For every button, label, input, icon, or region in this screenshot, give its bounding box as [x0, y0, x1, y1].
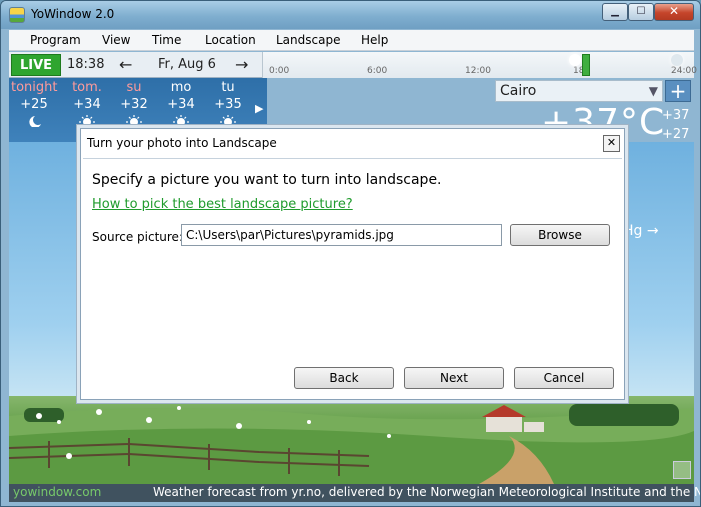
source-picture-label: Source picture: [92, 230, 183, 244]
next-button[interactable]: Next [404, 367, 504, 389]
tick-label: 12:00 [465, 66, 491, 76]
tick-label: 6:00 [367, 66, 388, 76]
instruction-text: Specify a picture you want to turn into … [92, 172, 442, 188]
cancel-button[interactable]: Cancel [514, 367, 614, 389]
menu-view[interactable]: View [102, 33, 130, 47]
menu-program[interactable]: Program [30, 33, 81, 47]
forecast-day-tomorrow[interactable]: tom. +34 [64, 80, 110, 131]
menu-location[interactable]: Location [205, 33, 256, 47]
resize-handle[interactable] [673, 461, 691, 479]
forecast-temp: +35 [214, 97, 242, 112]
forecast-label: tu [221, 80, 235, 95]
cloudy-sun-icon [671, 54, 683, 66]
site-link[interactable]: yowindow.com [13, 485, 101, 499]
forecast-temp: +34 [73, 97, 101, 112]
forecast-day-tu[interactable]: tu +35 [205, 80, 251, 131]
forecast-label: tonight [11, 80, 58, 95]
city-selector[interactable]: Cairo ▼ [495, 80, 663, 102]
tick-label: 0:00 [269, 66, 290, 76]
next-day-arrow-icon[interactable]: → [235, 55, 248, 74]
dialog-title: Turn your photo into Landscape [87, 136, 277, 150]
menu-bar: Program View Time Location Landscape Hel… [9, 30, 694, 51]
forecast-label: tom. [72, 80, 102, 95]
forecast-label: mo [170, 80, 192, 95]
close-window-button[interactable]: ✕ [654, 3, 694, 21]
moon-icon [29, 116, 41, 128]
forecast-label: su [126, 80, 142, 95]
window-title: YoWindow 2.0 [31, 7, 115, 21]
landscape-illustration [9, 404, 694, 484]
sun-icon [173, 115, 189, 126]
forecast-next-arrow-icon[interactable]: ▶ [255, 102, 267, 115]
temperature-high: +37 [662, 108, 690, 123]
current-time: 18:38 [67, 57, 105, 72]
landscape-scene [9, 396, 694, 484]
sun-icon [79, 115, 95, 126]
landscape-wizard-dialog: Turn your photo into Landscape ✕ Specify… [80, 128, 625, 400]
forecast-day-tonight[interactable]: tonight +25 [11, 80, 58, 131]
city-name: Cairo [500, 83, 537, 99]
title-bar[interactable]: YoWindow 2.0 ▁ ☐ ✕ [1, 1, 700, 29]
current-date: Fr, Aug 6 [158, 57, 216, 72]
back-button[interactable]: Back [294, 367, 394, 389]
help-link[interactable]: How to pick the best landscape picture? [92, 197, 353, 212]
footer-bar: yowindow.com Weather forecast from yr.no… [9, 484, 700, 502]
forecast-credit[interactable]: Weather forecast from yr.no, delivered b… [153, 485, 700, 499]
pressure-readout: Hg → [623, 223, 659, 239]
previous-day-arrow-icon[interactable]: ← [119, 55, 132, 74]
time-bar: LIVE 18:38 ← Fr, Aug 6 → 0:00 6:00 12:00… [9, 52, 697, 78]
sun-icon [220, 115, 236, 126]
dialog-close-button[interactable]: ✕ [603, 135, 620, 152]
timeline-track[interactable]: 0:00 6:00 12:00 18: 24:00 [262, 52, 697, 78]
forecast-temp: +32 [120, 97, 148, 112]
dialog-body: Specify a picture you want to turn into … [83, 158, 622, 397]
tick-label: 24:00 [671, 66, 697, 76]
browse-button[interactable]: Browse [510, 224, 610, 246]
forecast-day-mo[interactable]: mo +34 [158, 80, 204, 131]
forecast-day-su[interactable]: su +32 [111, 80, 157, 131]
maximize-button[interactable]: ☐ [628, 3, 654, 21]
timeline-handle[interactable] [582, 54, 590, 76]
forecast-temp: +34 [167, 97, 195, 112]
minimize-button[interactable]: ▁ [602, 3, 628, 21]
sun-icon [569, 54, 581, 66]
chevron-down-icon[interactable]: ▼ [649, 84, 658, 98]
forecast-temp: +25 [20, 97, 48, 112]
live-button[interactable]: LIVE [11, 54, 61, 76]
yowindow-window: YoWindow 2.0 ▁ ☐ ✕ Program View Time Loc… [0, 0, 701, 507]
menu-time[interactable]: Time [152, 33, 181, 47]
menu-help[interactable]: Help [361, 33, 388, 47]
sun-icon [126, 115, 142, 126]
source-picture-input[interactable] [181, 224, 502, 246]
add-city-button[interactable]: + [665, 80, 691, 102]
temperature-low: +27 [662, 127, 690, 142]
app-icon [9, 7, 25, 23]
menu-landscape[interactable]: Landscape [276, 33, 340, 47]
